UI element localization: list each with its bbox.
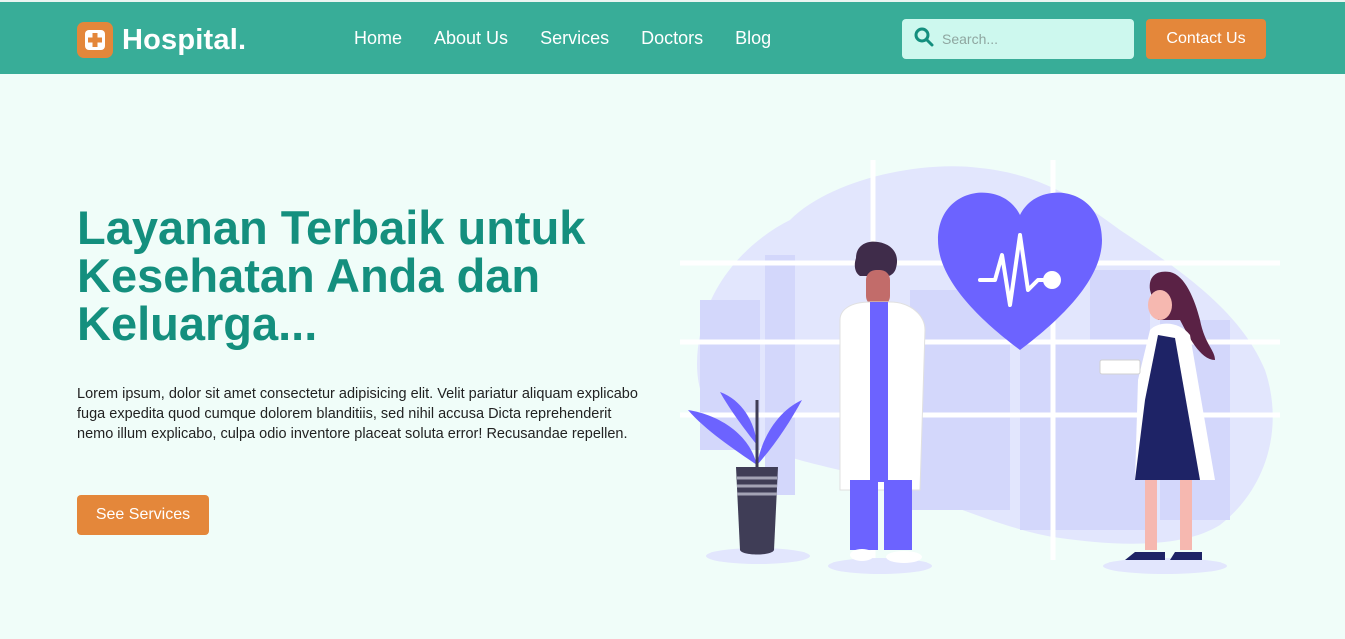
nav-link-home[interactable]: Home (354, 28, 402, 49)
contact-us-button[interactable]: Contact Us (1146, 19, 1266, 59)
hospital-cross-icon (77, 22, 113, 58)
nav-link-about-us[interactable]: About Us (434, 28, 508, 49)
logo-text: Hospital. (122, 23, 247, 56)
search-box (902, 19, 1134, 59)
nav-link-doctors[interactable]: Doctors (641, 28, 703, 49)
nav-links: Home About Us Services Doctors Blog (354, 28, 803, 49)
nav-link-blog[interactable]: Blog (735, 28, 771, 49)
search-input[interactable] (942, 31, 1122, 47)
nav-link-services[interactable]: Services (540, 28, 609, 49)
hero-title: Layanan Terbaik untuk Kesehatan Anda dan… (77, 201, 586, 350)
hero-description: Lorem ipsum, dolor sit amet consectetur … (77, 386, 638, 442)
see-services-button[interactable]: See Services (77, 495, 209, 535)
hero-illustration (680, 160, 1280, 574)
navbar: Hospital. Home About Us Services Doctors… (0, 0, 1345, 74)
logo[interactable]: Hospital. (77, 20, 246, 60)
search-icon[interactable] (914, 27, 934, 52)
